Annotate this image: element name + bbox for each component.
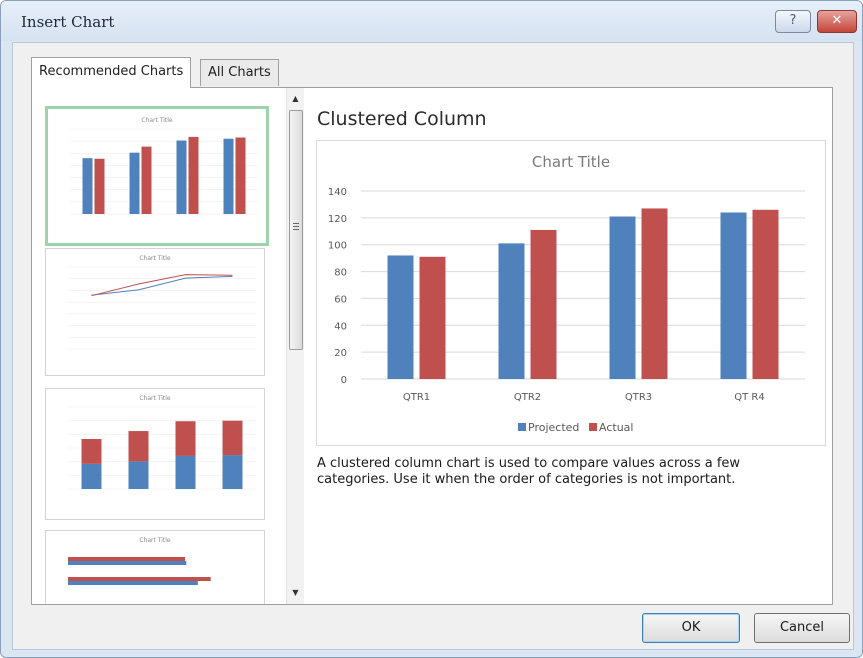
thumb-clustered-bar[interactable]: Chart Title <box>45 530 265 604</box>
thumb-hbar <box>68 561 187 565</box>
bar-projected-qtr1 <box>387 255 414 379</box>
y-axis-ticks: 0 20 40 60 80 100 120 140 <box>328 187 347 386</box>
chart-type-heading: Clustered Column <box>317 108 487 130</box>
thumb-line-chart-svg: Chart Title <box>68 255 256 350</box>
thumb-stack-segment <box>222 420 243 456</box>
y-tick-label: 80 <box>334 268 347 279</box>
thumb-hbar <box>68 577 211 581</box>
x-tick-label: QTR2 <box>514 392 541 403</box>
thumb-stack-segment <box>81 438 102 464</box>
thumb-bar <box>235 137 246 214</box>
legend-swatch-actual <box>589 423 597 431</box>
thumb-lines <box>68 266 256 350</box>
legend-swatch-projected <box>518 423 526 431</box>
thumb-title: Chart Title <box>139 255 171 262</box>
chart-preview: Chart Title 0 20 40 60 80 100 120 140 QTR1 QTR2 Q… <box>316 140 826 446</box>
thumbnail-scrollbar[interactable]: ▲ ▼ <box>286 88 304 604</box>
thumb-stack-segment <box>128 461 149 489</box>
bar-actual-qtr4 <box>752 209 779 379</box>
chart-bars <box>387 208 779 379</box>
scroll-up-arrow-icon[interactable]: ▲ <box>287 90 304 108</box>
thumb-bar <box>188 136 199 214</box>
dialog-body: Recommended Charts All Charts Chart Titl… <box>12 42 854 650</box>
legend-label-actual: Actual <box>599 421 633 434</box>
y-tick-label: 0 <box>341 375 347 386</box>
x-tick-label: QTR1 <box>403 392 430 403</box>
bar-actual-qtr3 <box>641 208 668 379</box>
thumb-stack-segment <box>81 463 102 489</box>
dialog-title: Insert Chart <box>21 13 115 31</box>
tab-all-charts[interactable]: All Charts <box>200 59 279 86</box>
y-tick-label: 60 <box>334 294 347 305</box>
x-axis-ticks: QTR1 QTR2 QTR3 QT R4 <box>403 392 765 403</box>
insert-chart-dialog: Insert Chart ? ✕ Recommended Charts All … <box>0 0 863 658</box>
y-tick-label: 40 <box>334 321 347 332</box>
chart-legend: Projected Actual <box>518 421 633 434</box>
tab-recommended-charts[interactable]: Recommended Charts <box>31 57 192 88</box>
bar-projected-qtr4 <box>720 212 747 379</box>
scroll-down-arrow-icon[interactable]: ▼ <box>287 584 304 602</box>
scroll-thumb[interactable] <box>289 110 303 350</box>
thumb-stack-segment <box>175 455 196 489</box>
bar-actual-qtr2 <box>530 229 557 379</box>
x-tick-label: QT R4 <box>734 392 764 403</box>
y-tick-label: 20 <box>334 348 347 359</box>
thumb-bar <box>141 146 152 214</box>
help-button[interactable]: ? <box>775 10 811 33</box>
thumb-title: Chart Title <box>139 537 171 544</box>
preview-chart: Chart Title 020406080100120140 QTR1 QTR2 Q… <box>328 153 805 434</box>
chart-description: A clustered column chart is used to comp… <box>317 456 741 487</box>
close-button[interactable]: ✕ <box>817 10 857 33</box>
y-tick-label: 120 <box>328 214 347 225</box>
thumb-clustered-column[interactable]: Chart Title <box>45 106 269 246</box>
cancel-button[interactable]: Cancel <box>754 613 850 643</box>
thumb-bar <box>94 158 105 214</box>
thumb-bars <box>68 557 211 585</box>
bar-projected-qtr2 <box>498 243 525 379</box>
thumb-clustered-bar-svg: Chart Title <box>68 537 211 585</box>
thumb-stack-segment <box>128 431 149 462</box>
bar-projected-qtr3 <box>609 216 636 379</box>
thumb-columns <box>70 128 258 215</box>
thumb-stacked-column-svg: Chart Title <box>68 395 256 490</box>
thumb-stacked-column[interactable]: Chart Title <box>45 388 265 520</box>
chart-title: Chart Title <box>532 153 610 171</box>
thumb-clustered-column-chart: Chart Title <box>70 117 258 215</box>
bar-actual-qtr1 <box>419 256 446 379</box>
ok-button[interactable]: OK <box>642 613 740 643</box>
y-tick-label: 140 <box>328 187 347 198</box>
thumb-hbar <box>68 557 185 561</box>
thumb-title: Chart Title <box>139 395 171 402</box>
title-bar: Insert Chart ? ✕ <box>1 1 862 41</box>
thumb-title: Chart Title <box>141 117 173 124</box>
thumb-bar <box>223 138 234 214</box>
thumb-bar <box>176 140 187 214</box>
y-tick-label: 100 <box>328 241 347 252</box>
tab-panel: Chart Title Chart Title Chart Title Char… <box>31 87 833 605</box>
scroll-grip-icon <box>293 223 299 232</box>
thumb-hbar <box>68 581 198 585</box>
x-tick-label: QTR3 <box>625 392 652 403</box>
thumb-stack-segment <box>222 455 243 489</box>
thumb-bar <box>82 158 93 214</box>
thumb-line-chart[interactable]: Chart Title <box>45 248 265 376</box>
thumb-bar <box>129 152 140 214</box>
recommended-charts-list: Chart Title Chart Title Chart Title Char… <box>32 88 280 604</box>
thumb-stack-segment <box>175 421 196 456</box>
thumb-stacked <box>68 406 256 490</box>
legend-label-projected: Projected <box>528 421 579 434</box>
